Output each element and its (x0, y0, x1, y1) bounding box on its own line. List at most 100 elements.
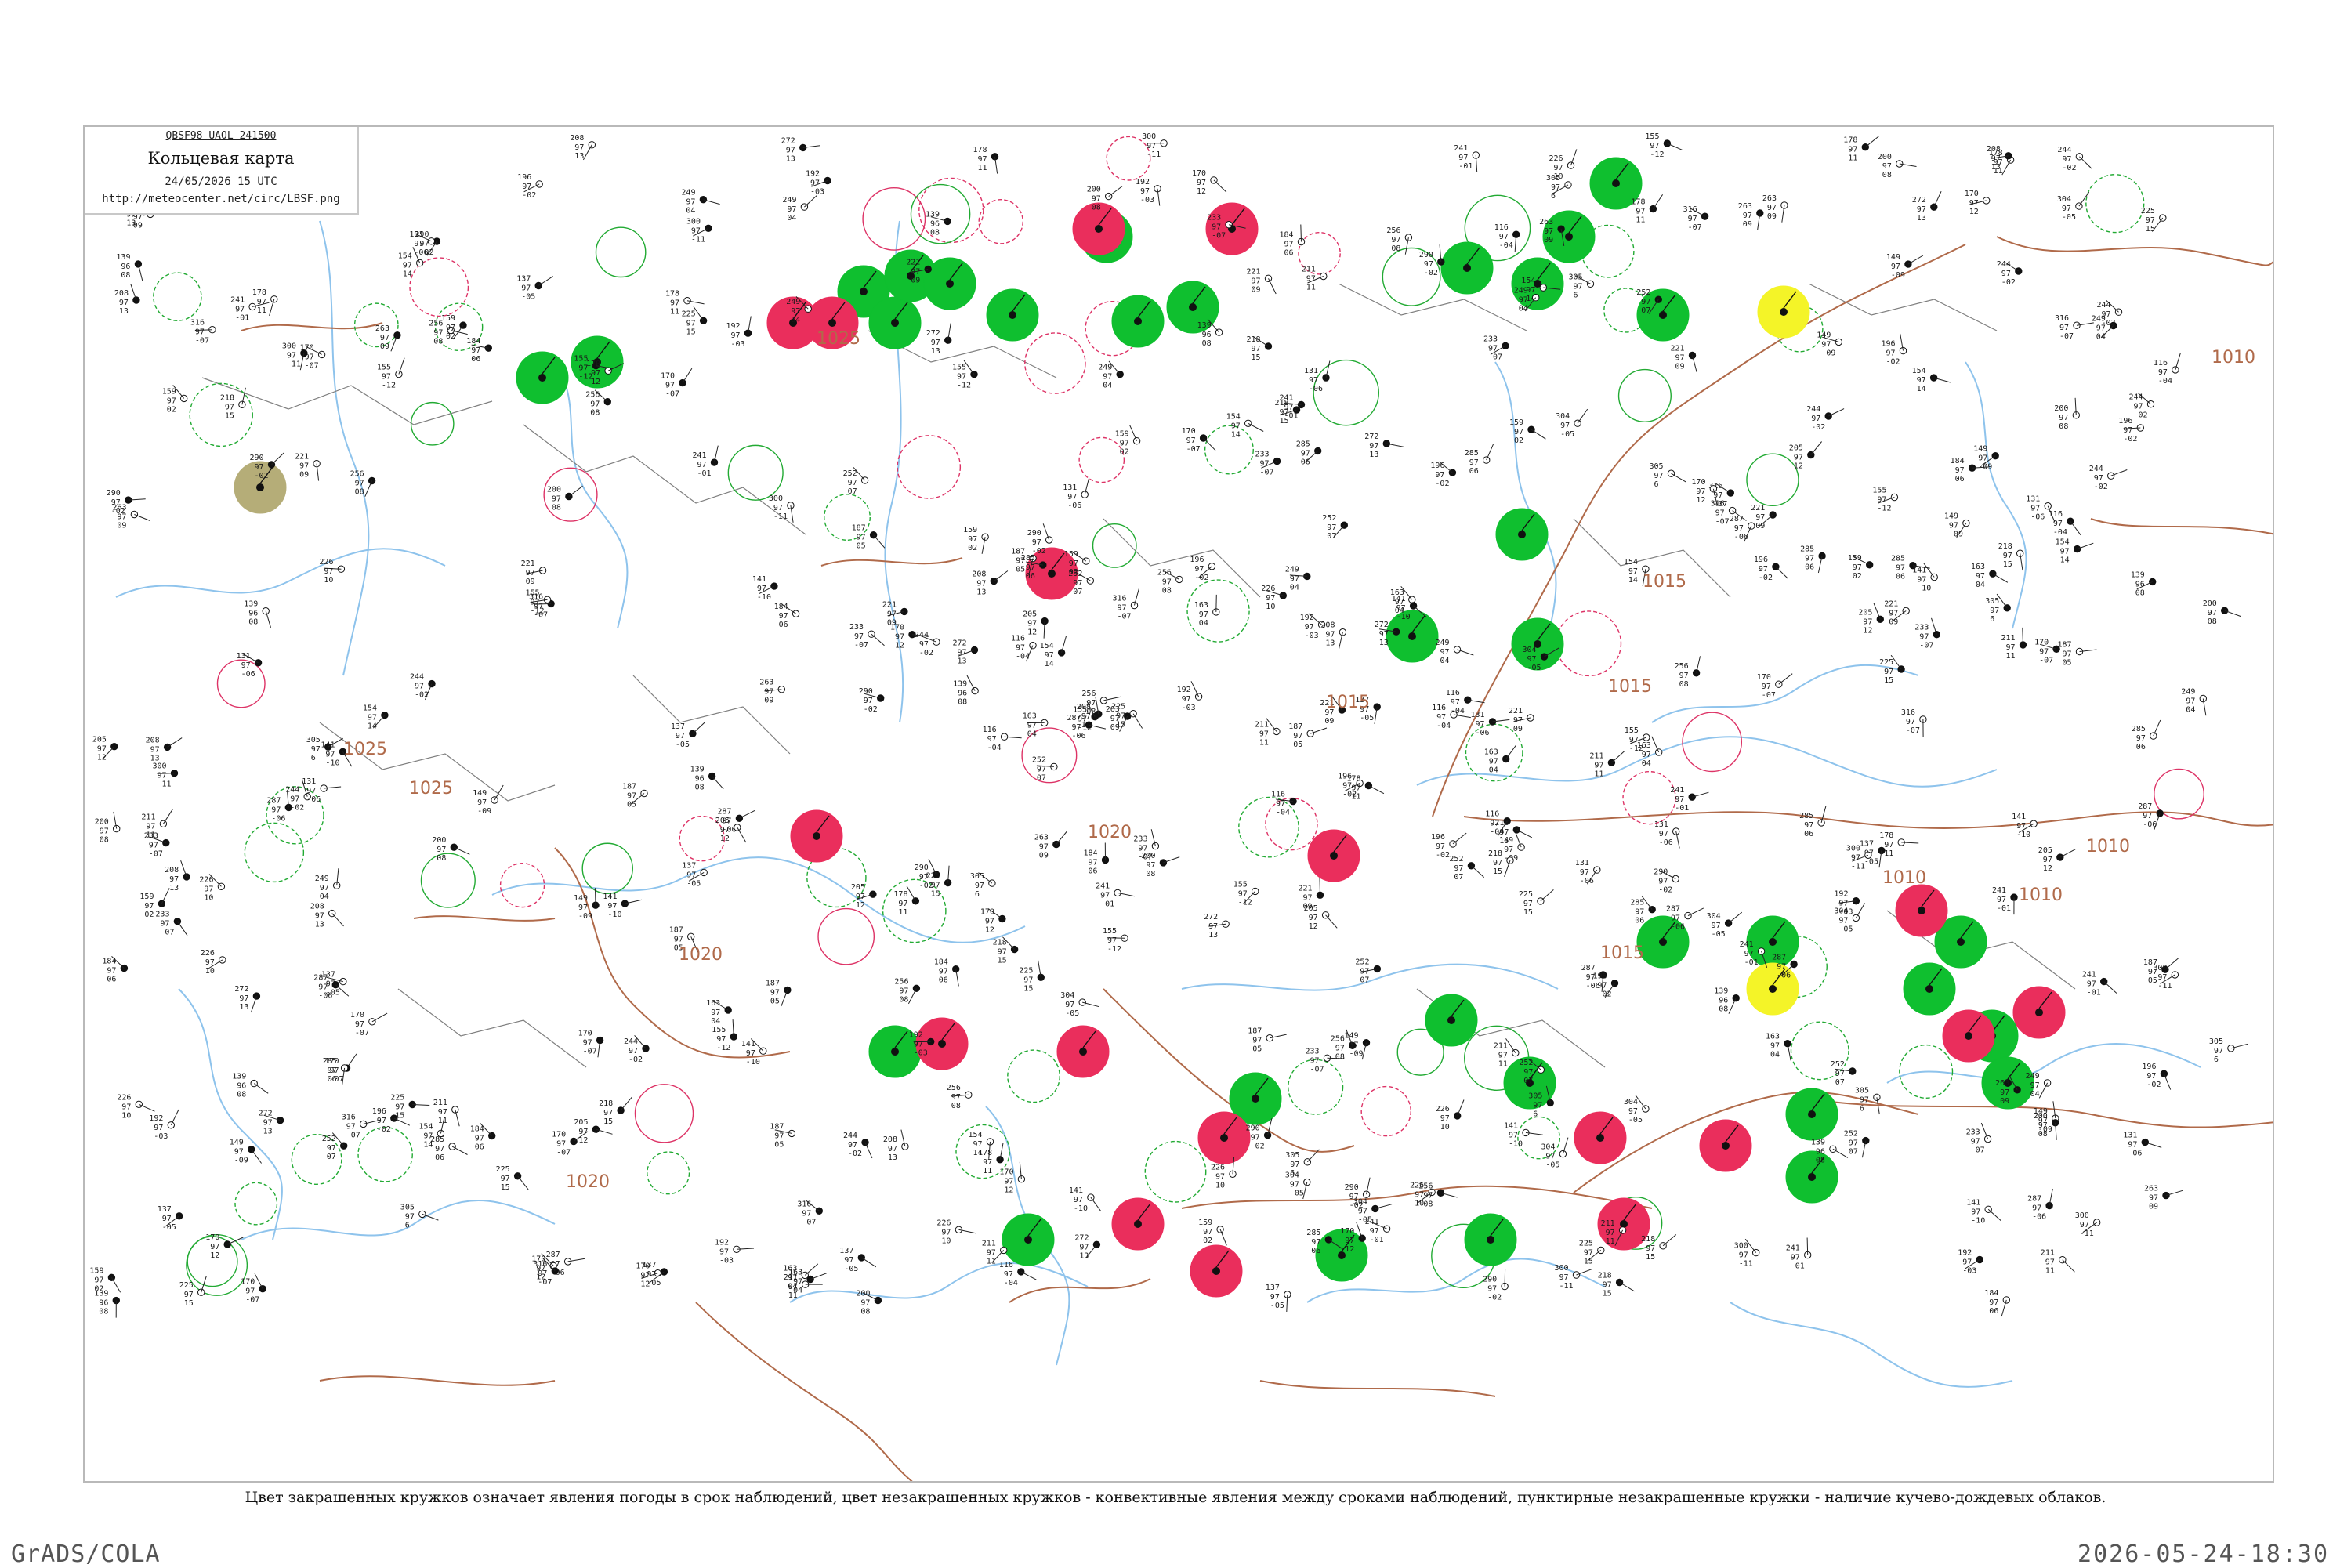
temperature-value: 97 (1379, 630, 1389, 639)
temperature-value: 97 (2006, 643, 2016, 652)
dewpoint-value: 04 (2030, 1090, 2040, 1099)
dewpoint-value: 08 (1679, 680, 1689, 689)
dewpoint-value: 12 (2043, 864, 2052, 873)
pressure-value: 221 (521, 559, 535, 568)
pressure-value: 241 (1670, 786, 1684, 795)
station-plot: 13797-05 (158, 1205, 183, 1232)
station-plot: 28797-06 (2138, 802, 2163, 830)
temperature-value: 97 (1199, 610, 1208, 619)
station-plot: 19297-03 (806, 170, 831, 197)
pressure-value: 305 (1528, 1092, 1542, 1100)
pressure-value: 211 (1302, 266, 1316, 274)
dewpoint-value: 13 (786, 154, 795, 163)
dewpoint-value: 04 (1976, 581, 1985, 589)
station-plot: 30097-11 (1734, 1239, 1759, 1268)
cloud-cover-dot (1095, 225, 1103, 233)
temperature-value: 97 (1212, 223, 1221, 232)
dewpoint-value: 06 (1989, 1307, 1998, 1316)
dewpoint-value: 08 (1423, 1200, 1433, 1208)
source-url[interactable]: http://meteocenter.net/circ/LBSF.png (85, 193, 357, 205)
wind-shaft (1163, 857, 1179, 863)
temperature-value: 97 (1369, 442, 1378, 451)
temperature-value: 97 (1092, 195, 1101, 204)
pressure-value: 241 (1786, 1244, 1800, 1253)
dewpoint-value: 04 (2186, 706, 2195, 715)
station-plot: 2639709 (1738, 202, 1763, 230)
station-plot: 2269710 (201, 949, 226, 976)
pressure-value: 233 (1914, 624, 1929, 632)
pressure-value: 225 (496, 1165, 510, 1174)
temperature-value: 97 (501, 1175, 510, 1183)
pressure-value: 141 (1912, 567, 1926, 575)
temperature-value: 97 (210, 1243, 219, 1251)
cloud-cover-dot (538, 374, 546, 382)
temperature-value: 97 (1917, 376, 1926, 385)
dewpoint-value: -05 (1290, 1190, 1304, 1198)
station-plot: 19697-02 (1190, 556, 1215, 582)
pressure-value: 159 (1848, 554, 1862, 563)
temperature-value: 97 (1140, 187, 1150, 196)
station-plot: 1879705 (622, 783, 647, 809)
station-plot: 2189715 (220, 388, 246, 421)
cloud-cover-symbol (160, 820, 166, 827)
temperature-value: 97 (864, 697, 873, 705)
pressure-value: 285 (1799, 812, 1813, 820)
river-16 (1730, 1302, 2012, 1387)
pressure-value: 170 (586, 360, 600, 368)
temperature-value: 97 (958, 648, 967, 657)
temperature-value: 97 (355, 480, 364, 488)
wind-shaft (1988, 1209, 2001, 1221)
station-plot: 14997-09 (574, 888, 599, 921)
pressure-value: 221 (1247, 267, 1261, 276)
temperature-value: 97 (2062, 205, 2071, 213)
wind-shaft (1505, 860, 1510, 877)
cloud-cover-symbol (396, 371, 402, 377)
dewpoint-value: 12 (1345, 1245, 1354, 1254)
dewpoint-value: 06 (107, 976, 116, 984)
station-plot: 1789711 (1843, 136, 1878, 163)
temperature-value: 97 (2059, 324, 2069, 332)
wind-shaft (1214, 180, 1226, 192)
wind-shaft (454, 847, 469, 854)
pressure-value: 116 (2154, 359, 2168, 368)
wind-shaft (712, 777, 724, 789)
pressure-value: 304 (1624, 1098, 1638, 1106)
station-plot: 17097-07 (241, 1273, 266, 1305)
station-plot: 11697-04 (983, 726, 1022, 752)
temperature-value: 97 (686, 871, 696, 879)
pressure-value: 218 (220, 393, 234, 402)
station-plot: 1639704 (1194, 595, 1219, 628)
dewpoint-value: -07 (2039, 656, 2053, 664)
dewpoint-value: 08 (1335, 1052, 1345, 1061)
temperature-value: 97 (1976, 572, 1985, 581)
shower-ring (1008, 1050, 1060, 1102)
dewpoint-value: 6 (1654, 480, 1659, 489)
pressure-value: 290 (107, 489, 121, 498)
pressure-value: 241 (1740, 940, 1754, 949)
station-plot: 13797-05 (671, 722, 705, 749)
station-plot: 2089713 (146, 736, 183, 762)
station-plot: 2569708 (585, 390, 610, 418)
pressure-value: 300 (2075, 1211, 2089, 1220)
station-plot: 1849706 (1280, 225, 1305, 258)
temperature-value: 97 (1791, 1254, 1800, 1262)
temperature-value: 97 (1688, 215, 1697, 223)
pressure-value: 285 (1465, 449, 1479, 458)
pressure-value: 285 (323, 1057, 337, 1066)
pressure-value: 170 (1965, 190, 1979, 198)
dewpoint-value: -01 (1370, 1236, 1384, 1244)
temperature-value: 96 (1202, 331, 1212, 339)
station-plot: 1399608 (1197, 319, 1223, 348)
temperature-value: 97 (860, 1299, 870, 1308)
temperature-value: 97 (914, 1040, 923, 1048)
station-plot: 1879705 (766, 979, 791, 1006)
map-frame: 24197-0130597629097-02263970925697082449… (83, 125, 2274, 1483)
station-plot: 1399608 (926, 210, 951, 237)
temperature-value: 97 (121, 1103, 131, 1111)
temperature-value: 96 (237, 1082, 246, 1091)
dewpoint-value: 06 (1026, 572, 1035, 581)
temperature-value: 97 (1777, 963, 1786, 972)
temperature-value: 97 (395, 1103, 404, 1112)
station-plot: 28797-06 (1730, 515, 1755, 541)
temperature-value: 97 (2080, 1221, 2089, 1229)
